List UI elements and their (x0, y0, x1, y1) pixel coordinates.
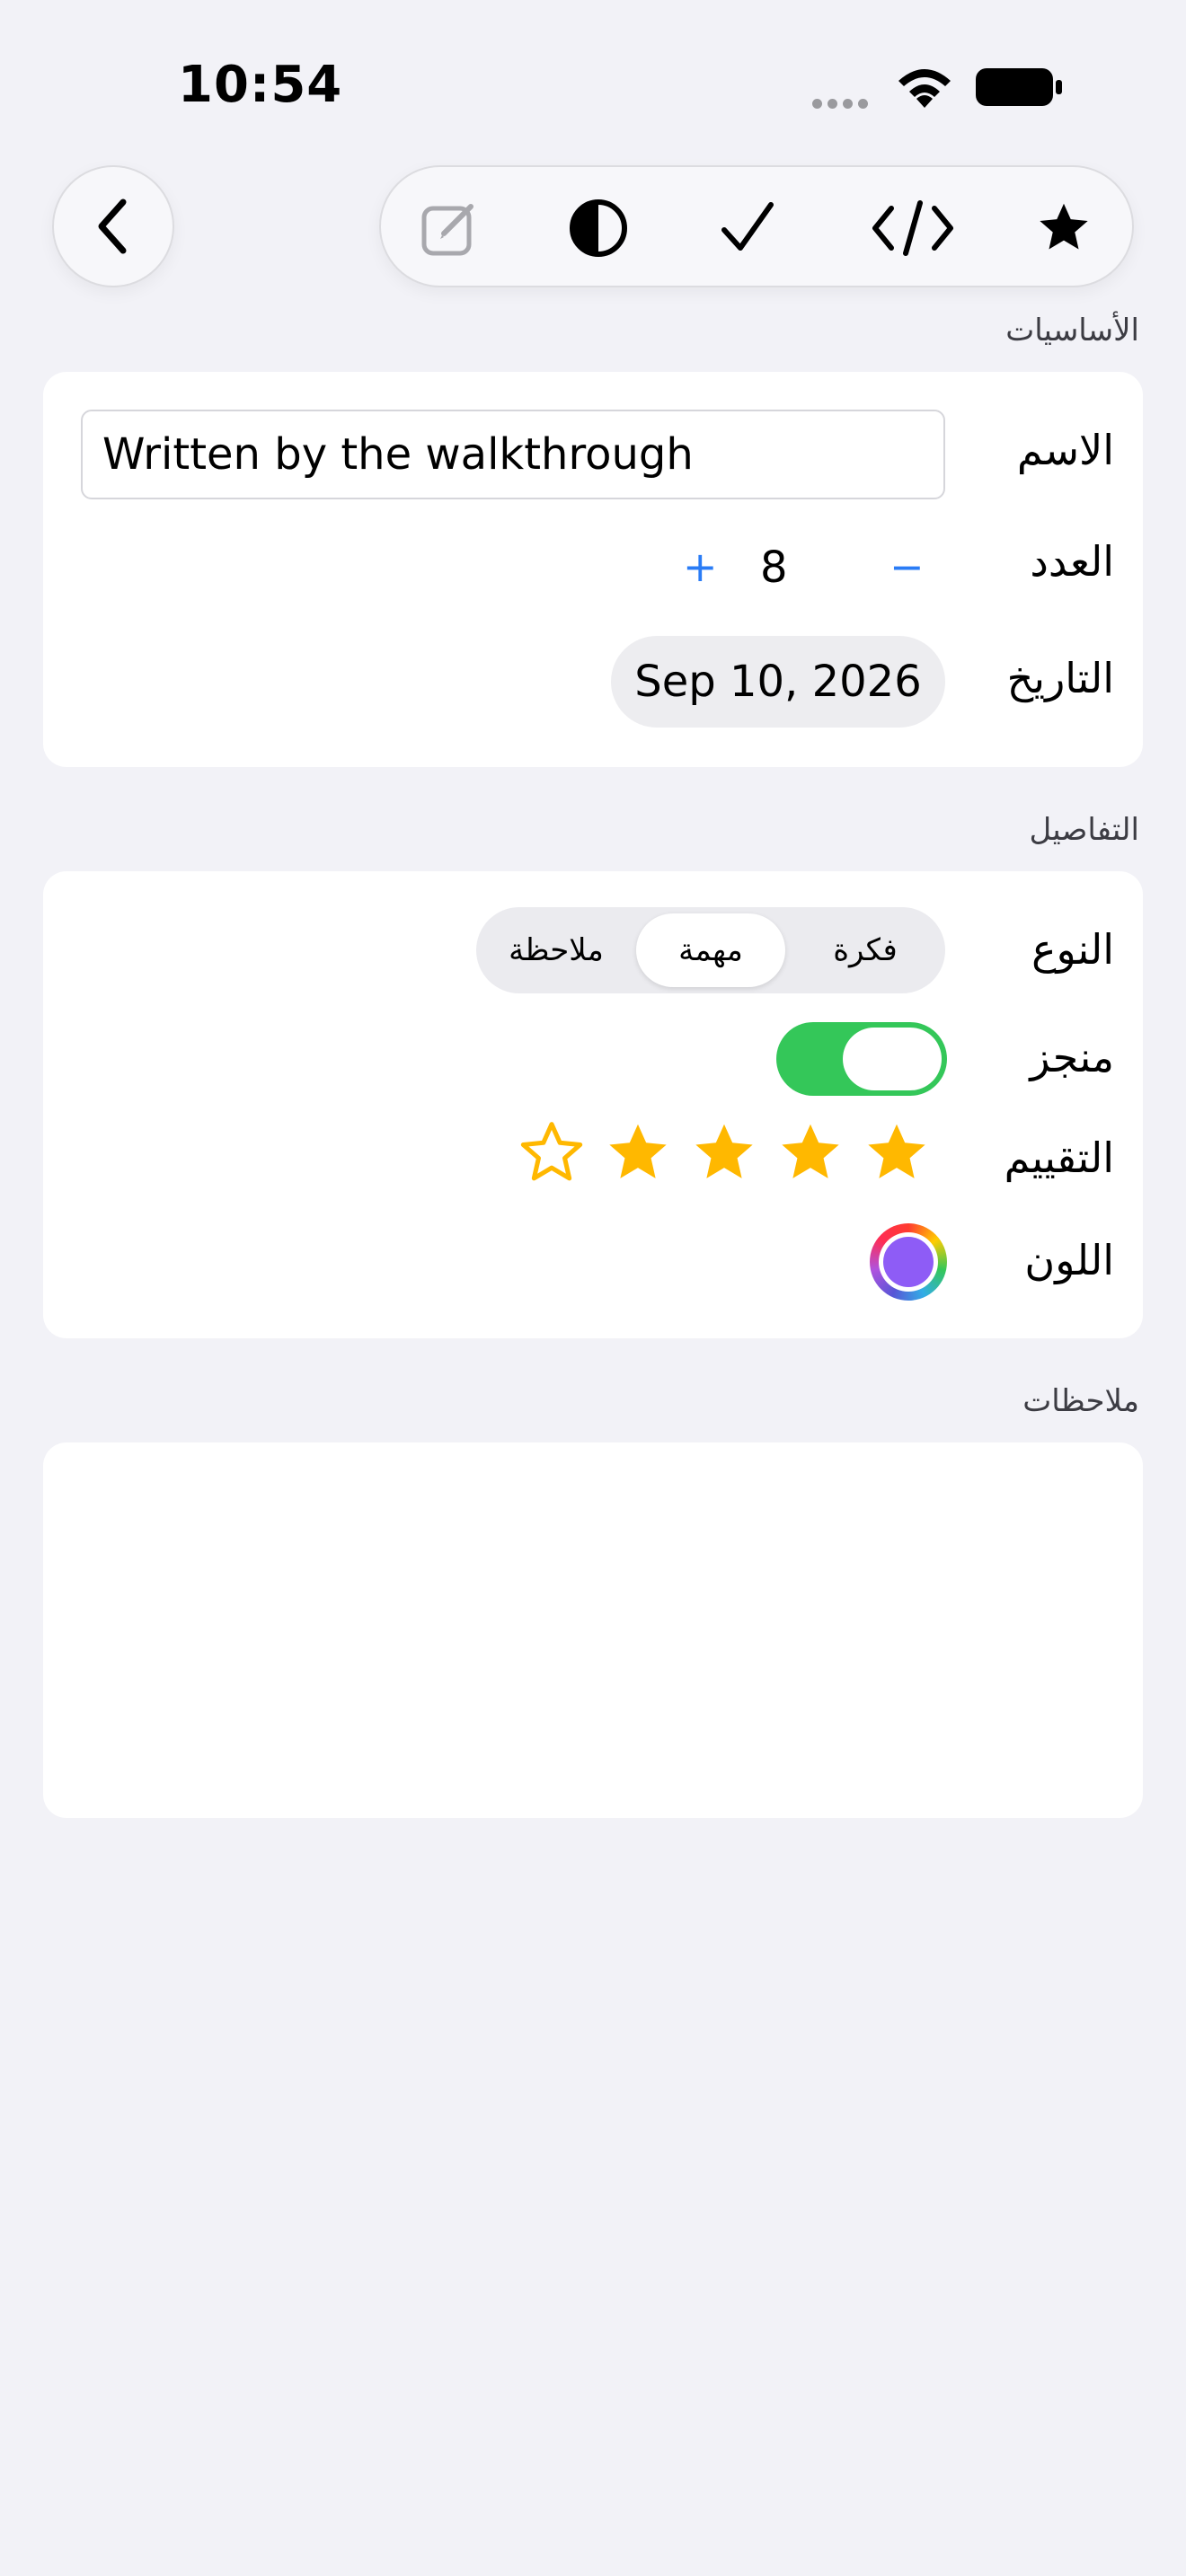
wifi-icon (898, 69, 951, 108)
back-button[interactable] (52, 165, 174, 287)
date-value: Sep 10, 2026 (634, 657, 922, 707)
compose-icon (421, 204, 474, 256)
contrast-icon (570, 199, 627, 257)
date-label: التاريخ (1006, 654, 1114, 702)
compose-button[interactable] (417, 196, 482, 260)
section-header-notes: ملاحظات (1022, 1383, 1139, 1419)
done-label: منجز (1030, 1033, 1114, 1081)
type-label: النوع (1031, 925, 1114, 974)
color-label: اللون (1024, 1236, 1114, 1284)
checkmark-icon (721, 202, 774, 251)
date-picker-button[interactable]: Sep 10, 2026 (611, 636, 945, 728)
segment-idea[interactable]: فكرة (791, 913, 940, 987)
color-well-ring (879, 1232, 938, 1292)
count-label: العدد (1030, 537, 1114, 586)
cellular-signal-icon (812, 95, 873, 112)
toolbar-actions (379, 165, 1134, 287)
battery-icon (976, 68, 1062, 106)
color-picker[interactable] (870, 1223, 947, 1301)
name-field[interactable]: Written by the walkthrough (81, 410, 945, 499)
toggle-knob (843, 1028, 942, 1090)
name-label: الاسم (1016, 426, 1114, 474)
section-header-details: التفاصيل (1029, 812, 1139, 848)
segment-note[interactable]: ملاحظة (482, 913, 631, 987)
code-button[interactable] (870, 196, 956, 260)
rating-stars (518, 1119, 931, 1187)
contrast-button[interactable] (566, 196, 631, 260)
status-time: 10:54 (178, 56, 343, 114)
star-filled-icon[interactable] (863, 1119, 931, 1187)
checkmark-button[interactable] (715, 196, 780, 260)
star-filled-icon[interactable] (690, 1119, 758, 1187)
star-empty-icon[interactable] (518, 1119, 586, 1187)
color-swatch (883, 1237, 934, 1287)
name-field-value: Written by the walkthrough (102, 429, 694, 480)
code-icon (872, 200, 953, 256)
star-filled-icon[interactable] (776, 1119, 845, 1187)
chevron-left-icon (98, 198, 127, 254)
count-value: 8 (760, 543, 788, 593)
segment-task[interactable]: مهمة (636, 913, 785, 987)
rating-label: التقييم (1004, 1134, 1114, 1182)
star-filled-icon[interactable] (604, 1119, 672, 1187)
star-icon (1040, 203, 1088, 250)
decrement-button[interactable]: − (890, 543, 925, 591)
section-header-basics: الأساسيات (1005, 313, 1139, 348)
done-toggle[interactable] (776, 1022, 947, 1096)
type-segmented-control: ملاحظة مهمة فكرة (476, 907, 945, 993)
notes-text-editor[interactable] (43, 1442, 1143, 1818)
increment-button[interactable]: + (683, 543, 718, 591)
favorite-button[interactable] (1031, 196, 1096, 260)
